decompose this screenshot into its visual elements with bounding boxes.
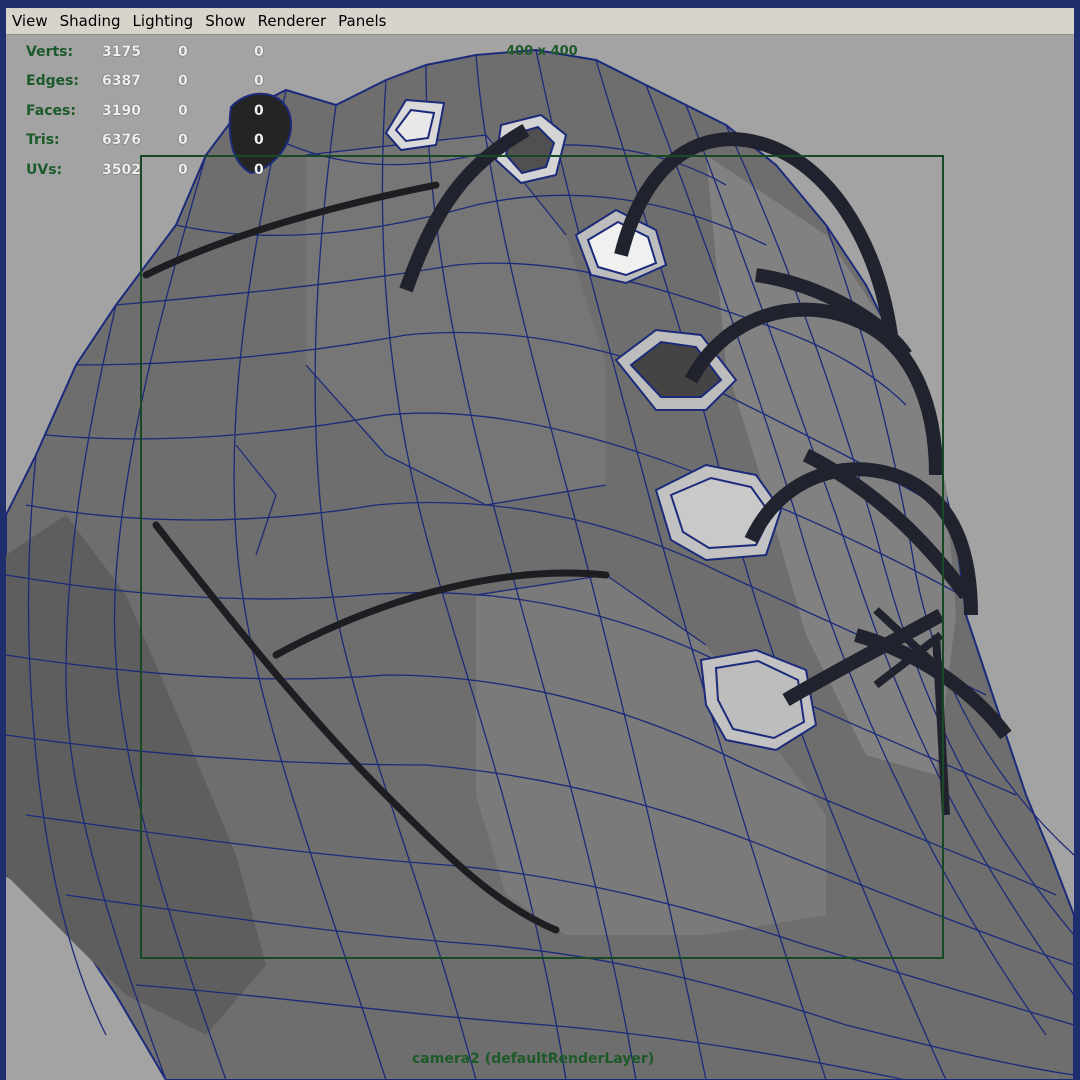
hud-value-component: 0 <box>254 73 264 90</box>
hud-value-selected: 0 <box>178 132 188 149</box>
camera-name-label: camera2 (defaultRenderLayer) <box>412 1051 655 1067</box>
menu-shading[interactable]: Shading <box>54 8 127 34</box>
hud-value: 3175 <box>102 43 141 60</box>
hud-value-component: 0 <box>254 102 264 119</box>
menu-panels[interactable]: Panels <box>332 8 392 34</box>
window-frame-right <box>1074 0 1080 1080</box>
menu-view[interactable]: View <box>6 8 54 34</box>
hud-value: 6387 <box>102 73 141 90</box>
hud-value-selected: 0 <box>178 102 188 119</box>
resolution-gate <box>140 155 944 959</box>
hud-row-faces: Faces: 3190 0 0 <box>26 96 294 126</box>
hud-label: Verts: <box>26 43 74 60</box>
hud-label: UVs: <box>26 161 63 178</box>
hud-row-tris: Tris: 6376 0 0 <box>26 126 294 156</box>
hud-value: 6376 <box>102 132 141 149</box>
window-frame-top <box>0 0 1080 8</box>
hud-row-edges: Edges: 6387 0 0 <box>26 67 294 97</box>
hud-value-selected: 0 <box>178 161 188 178</box>
hud-label: Tris: <box>26 132 60 149</box>
hud-value: 3502 <box>102 161 141 178</box>
hud-value-component: 0 <box>254 43 264 60</box>
poly-count-hud: Verts: 3175 0 0 Edges: 6387 0 0 Faces: 3… <box>26 37 294 185</box>
hud-label: Edges: <box>26 73 80 90</box>
menu-show[interactable]: Show <box>199 8 251 34</box>
menu-renderer[interactable]: Renderer <box>252 8 332 34</box>
3d-viewport[interactable]: 400 x 400 camera2 (defaultRenderLayer) V… <box>6 35 1074 1080</box>
hud-label: Faces: <box>26 102 76 119</box>
resolution-gate-label: 400 x 400 <box>506 44 578 59</box>
hud-value: 3190 <box>102 102 141 119</box>
hud-value-selected: 0 <box>178 43 188 60</box>
maya-window: View Shading Lighting Show Renderer Pane… <box>0 0 1080 1080</box>
hud-row-verts: Verts: 3175 0 0 <box>26 37 294 67</box>
hud-value-component: 0 <box>254 161 264 178</box>
hud-row-uvs: UVs: 3502 0 0 <box>26 155 294 185</box>
hud-value-component: 0 <box>254 132 264 149</box>
hud-value-selected: 0 <box>178 73 188 90</box>
menu-lighting[interactable]: Lighting <box>127 8 200 34</box>
panel-menu-bar: View Shading Lighting Show Renderer Pane… <box>6 8 1074 35</box>
